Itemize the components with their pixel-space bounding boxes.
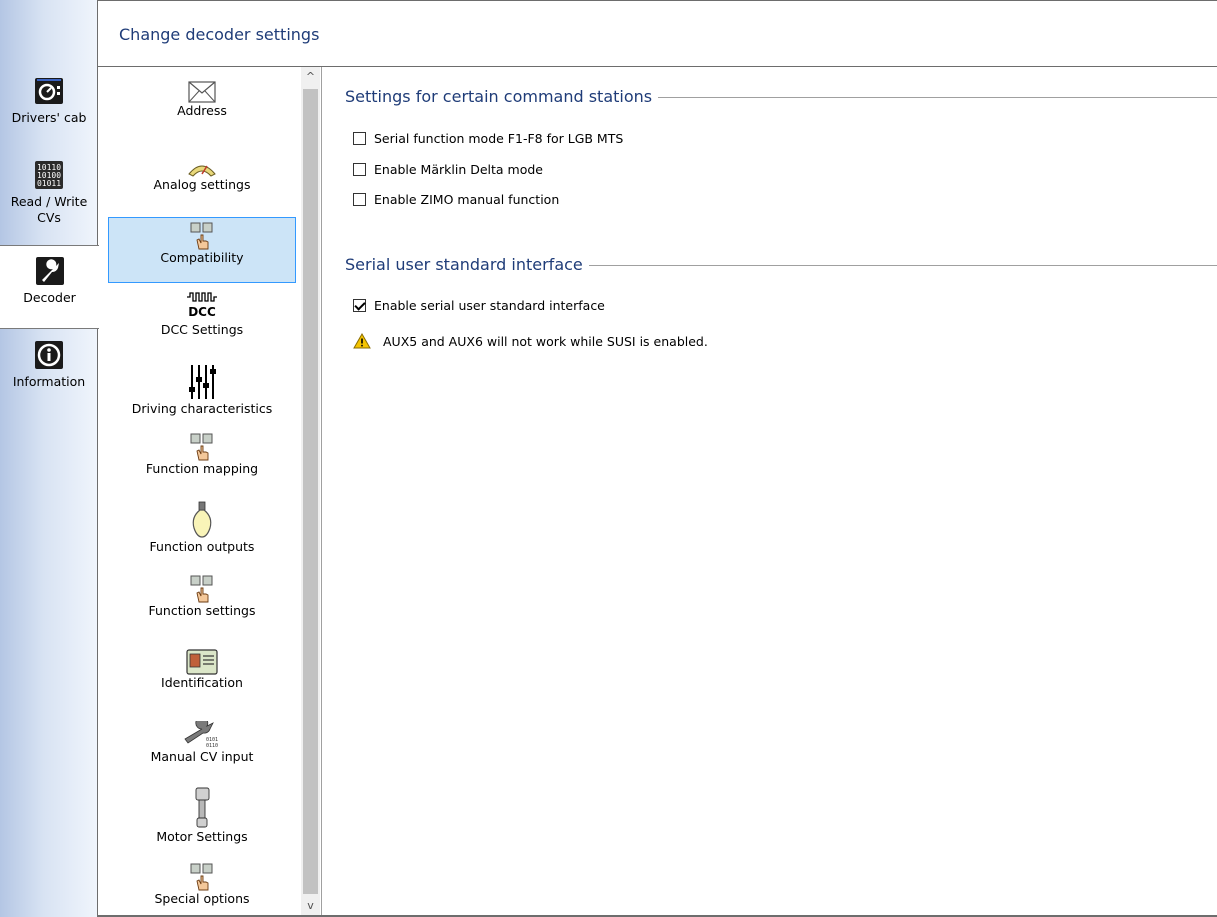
- tab-decoder[interactable]: Decoder: [0, 245, 99, 329]
- page-title: Change decoder settings: [119, 25, 320, 44]
- sliders-icon: [189, 365, 216, 399]
- option-label: Enable ZIMO manual function: [374, 191, 560, 207]
- id-card-icon: [186, 649, 218, 675]
- category-special-options[interactable]: Special options: [108, 863, 296, 916]
- category-identification[interactable]: Identification: [108, 649, 296, 705]
- analog-gauge-icon: [188, 165, 216, 177]
- function-keys-hand-icon: [190, 433, 213, 461]
- tab-label: Information: [12, 374, 86, 389]
- category-label: Special options: [154, 891, 250, 906]
- tab-label: Drivers' cab: [11, 110, 87, 125]
- option-zimo-manual-function[interactable]: Enable ZIMO manual function: [353, 190, 559, 208]
- category-analog-settings[interactable]: Analog settings: [108, 161, 296, 207]
- settings-content: Settings for certain command stations Se…: [322, 67, 1217, 916]
- checkbox[interactable]: [353, 131, 366, 145]
- category-label: Identification: [161, 675, 243, 690]
- title-bar: Change decoder settings: [98, 0, 1217, 67]
- light-bulb-icon: [192, 501, 212, 538]
- group-header-command-stations: Settings for certain command stations: [345, 87, 1217, 109]
- info-icon: [35, 341, 63, 369]
- dcc-signal-icon: DCC: [187, 292, 217, 319]
- category-function-mapping[interactable]: Function mapping: [108, 433, 296, 489]
- option-enable-susi[interactable]: Enable serial user standard interface: [353, 296, 605, 314]
- category-label: Driving characteristics: [131, 401, 273, 416]
- category-list: Address Analog settings Compatibility DC…: [99, 67, 301, 916]
- function-keys-hand-icon: [190, 863, 213, 891]
- category-label: Function mapping: [145, 461, 259, 476]
- function-keys-hand-icon: [190, 222, 213, 250]
- speedometer-icon: [35, 78, 63, 104]
- svg-text:DCC: DCC: [188, 305, 216, 319]
- svg-text:01011: 01011: [37, 179, 61, 188]
- tab-label-line2: CVs: [37, 210, 61, 225]
- scroll-thumb[interactable]: [303, 89, 318, 894]
- category-motor-settings[interactable]: Motor Settings: [108, 787, 296, 849]
- category-label: Compatibility: [160, 250, 244, 265]
- category-manual-cv-input[interactable]: 0101 0110 Manual CV input: [108, 721, 296, 777]
- category-function-outputs[interactable]: Function outputs: [108, 501, 296, 561]
- category-address[interactable]: Address: [108, 81, 296, 137]
- envelope-icon: [188, 81, 216, 103]
- warning-text: AUX5 and AUX6 will not work while SUSI i…: [383, 333, 708, 349]
- category-function-settings[interactable]: Function settings: [108, 575, 296, 631]
- group-title: Serial user standard interface: [345, 255, 589, 274]
- function-keys-hand-icon: [190, 575, 213, 603]
- tab-label-line1: Read / Write: [10, 194, 88, 209]
- category-label: Function settings: [148, 603, 256, 618]
- scroll-up-button[interactable]: ^: [301, 67, 320, 87]
- wrench-icon: [35, 257, 64, 285]
- option-label: Enable serial user standard interface: [374, 297, 605, 313]
- category-driving-characteristics[interactable]: Driving characteristics: [108, 363, 296, 419]
- tab-information[interactable]: Information: [0, 340, 98, 410]
- option-label: Enable Märklin Delta mode: [374, 161, 543, 177]
- checkbox[interactable]: [353, 298, 366, 312]
- category-label: Address: [177, 103, 227, 118]
- category-label: Motor Settings: [156, 829, 248, 844]
- group-header-susi: Serial user standard interface: [345, 255, 1217, 277]
- tab-read-write-cvs[interactable]: 10110 10100 01011 Read / Write CVs: [0, 160, 98, 244]
- category-dcc-settings[interactable]: DCC DCC Settings: [108, 292, 296, 348]
- tab-drivers-cab[interactable]: Drivers' cab: [0, 76, 98, 146]
- category-label: Analog settings: [153, 177, 251, 192]
- scroll-down-button[interactable]: v: [301, 896, 320, 916]
- susi-warning: AUX5 and AUX6 will not work while SUSI i…: [353, 331, 708, 351]
- category-label: Manual CV input: [150, 749, 254, 764]
- navigation-rail: Drivers' cab 10110 10100 01011 Read / Wr…: [0, 0, 99, 917]
- category-label: DCC Settings: [160, 322, 244, 337]
- binary-data-icon: 10110 10100 01011: [35, 161, 63, 189]
- tab-label: Decoder: [23, 290, 76, 305]
- wrench-binary-icon: 0101 0110: [184, 721, 218, 749]
- category-scrollbar[interactable]: ^ v: [301, 67, 320, 916]
- option-label: Serial function mode F1-F8 for LGB MTS: [374, 130, 624, 146]
- warning-icon: [353, 333, 371, 349]
- motor-icon: [195, 787, 210, 828]
- checkbox[interactable]: [353, 162, 366, 176]
- category-label: Function outputs: [149, 539, 255, 554]
- checkbox[interactable]: [353, 192, 366, 206]
- option-marklin-delta-mode[interactable]: Enable Märklin Delta mode: [353, 160, 543, 178]
- category-compatibility[interactable]: Compatibility: [108, 217, 296, 283]
- group-title: Settings for certain command stations: [345, 87, 659, 106]
- option-serial-function-mode[interactable]: Serial function mode F1-F8 for LGB MTS: [353, 129, 623, 147]
